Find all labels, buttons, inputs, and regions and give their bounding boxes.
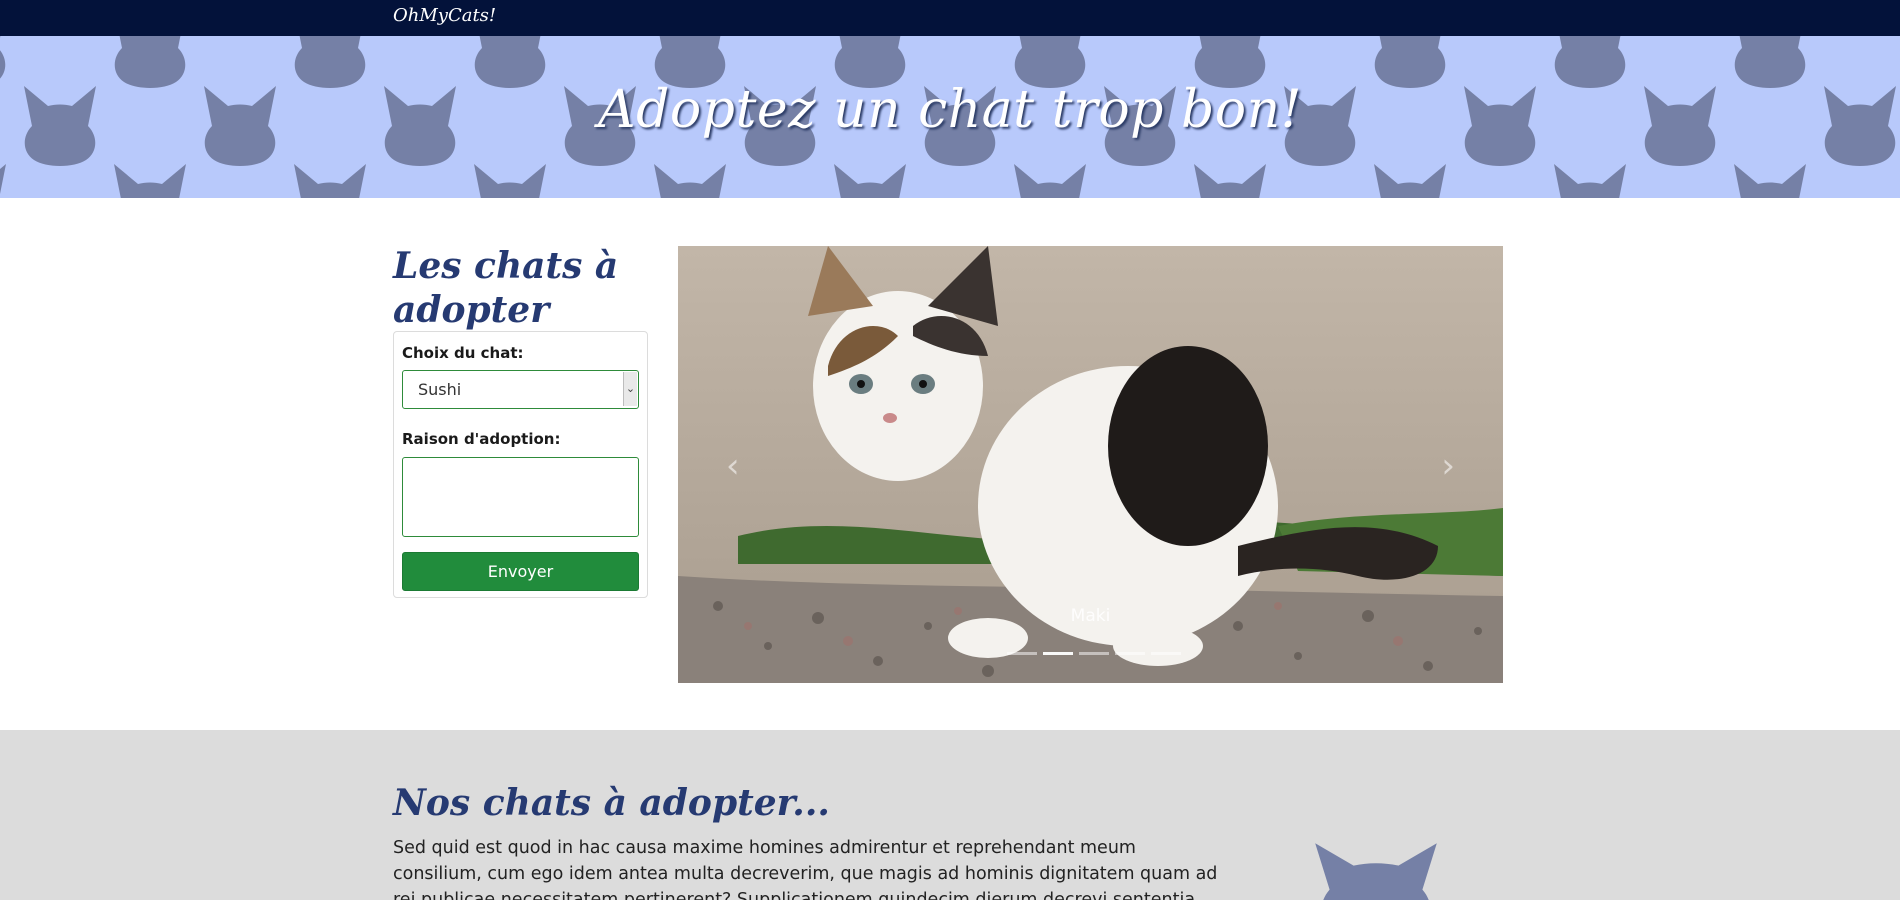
brand-logo-link[interactable]: OhMyCats!: [393, 5, 496, 26]
carousel-caption: Maki: [1070, 606, 1111, 626]
carousel-indicator[interactable]: [1043, 652, 1073, 655]
cat-pattern-tile: [1374, 164, 1446, 198]
reason-textarea[interactable]: [402, 457, 639, 537]
cat-pattern-tile: [834, 164, 906, 198]
cat-pattern-tile: [1734, 164, 1806, 198]
reason-label: Raison d'adoption:: [402, 430, 561, 448]
carousel-indicator[interactable]: [1007, 652, 1037, 655]
carousel-indicator[interactable]: [1151, 652, 1181, 655]
about-paragraph: Sed quid est quod in hac causa maxime ho…: [393, 838, 1218, 900]
cat-pattern-tile: [1014, 164, 1086, 198]
adoption-heading: Les chats à adopter: [393, 245, 619, 331]
adoption-section: Les chats à adopter Choix du chat: Sushi…: [0, 198, 1900, 730]
cat-pattern-tile: [1194, 164, 1266, 198]
carousel-indicators: [1007, 652, 1181, 655]
hero-title: Adoptez un chat trop bon!: [598, 80, 1302, 140]
navbar: OhMyCats!: [0, 0, 1900, 36]
cat-select[interactable]: Sushi ⌄: [402, 370, 639, 409]
cat-silhouette-icon: [1315, 843, 1437, 900]
cat-pattern-tile: [474, 164, 546, 198]
hero-banner: Adoptez un chat trop bon!: [0, 36, 1900, 198]
about-heading: Nos chats à adopter...: [393, 782, 830, 824]
adoption-form: Choix du chat: Sushi ⌄ Raison d'adoption…: [393, 331, 648, 598]
chevron-left-icon[interactable]: ‹: [726, 446, 740, 486]
cat-pattern-tile: [294, 164, 366, 198]
cat-pattern-tile: [0, 164, 6, 198]
cat-pattern-tile: [114, 164, 186, 198]
cat-carousel[interactable]: ‹ › Maki: [678, 246, 1503, 683]
chevron-right-icon[interactable]: ›: [1441, 446, 1455, 486]
carousel-indicator[interactable]: [1079, 652, 1109, 655]
cat-pattern-tile: [1554, 164, 1626, 198]
about-section: Nos chats à adopter... Sed quid est quod…: [0, 730, 1900, 900]
carousel-indicator[interactable]: [1115, 652, 1145, 655]
cat-select-value: Sushi: [418, 380, 462, 399]
cat-pattern-tile: [654, 164, 726, 198]
cat-select-label: Choix du chat:: [402, 344, 524, 362]
submit-button[interactable]: Envoyer: [402, 552, 639, 591]
chevron-down-icon[interactable]: ⌄: [623, 372, 637, 406]
